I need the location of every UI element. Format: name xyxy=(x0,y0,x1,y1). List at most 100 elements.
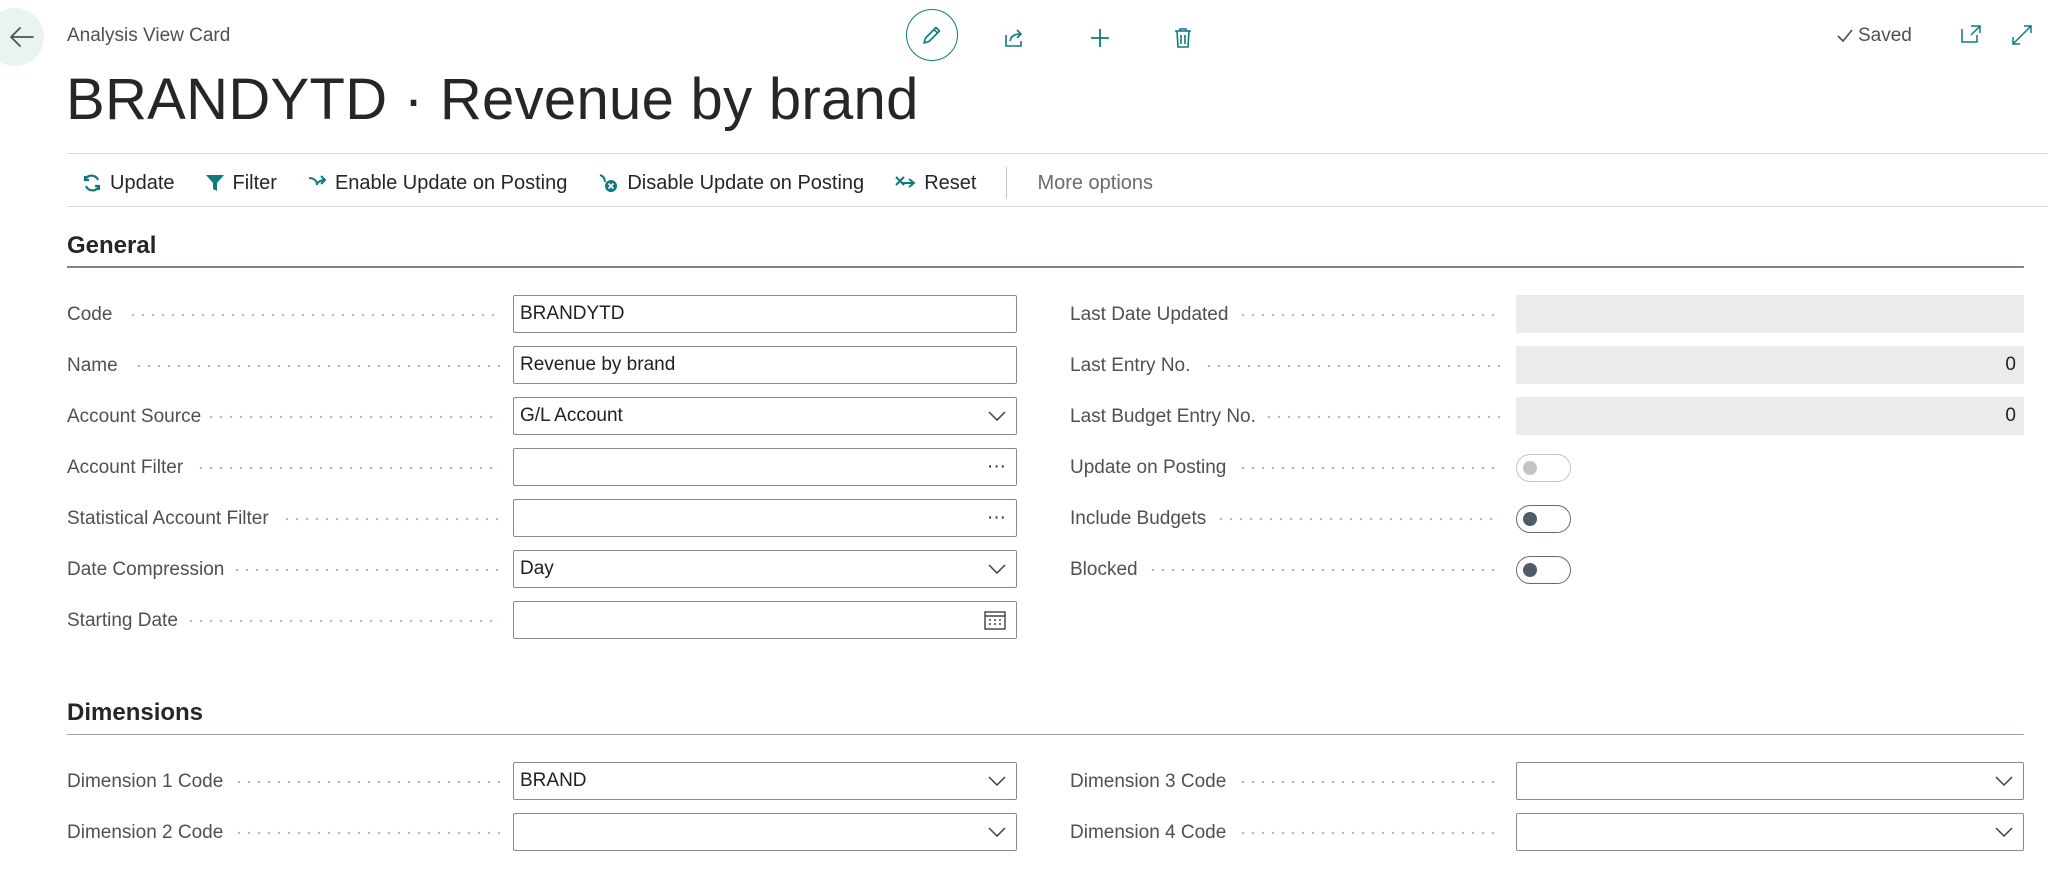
code-field[interactable]: BRANDYTD xyxy=(513,295,1017,333)
dimension-4-label: Dimension 4 Code xyxy=(1070,822,1227,843)
account-source-value: G/L Account xyxy=(520,405,623,426)
refresh-icon xyxy=(83,174,101,192)
code-label: Code xyxy=(67,304,113,325)
leader-dots xyxy=(232,558,500,582)
action-bar: Update Filter Enable Update on Posting D… xyxy=(82,167,1183,199)
leader-dots xyxy=(234,770,500,794)
action-separator xyxy=(1006,167,1008,199)
date-compression-value: Day xyxy=(520,558,554,579)
dimension-3-select[interactable] xyxy=(1516,762,2024,800)
back-button[interactable] xyxy=(0,8,44,66)
starting-date-field[interactable] xyxy=(513,601,1017,639)
header-divider xyxy=(67,153,2048,154)
calendar-icon[interactable] xyxy=(984,610,1006,630)
disable-update-label: Disable Update on Posting xyxy=(627,171,865,194)
name-label: Name xyxy=(67,355,118,376)
new-button[interactable] xyxy=(1074,12,1126,64)
leader-dots xyxy=(282,507,500,531)
starting-date-label: Starting Date xyxy=(67,610,178,631)
leader-dots xyxy=(1238,456,1500,480)
dimension-3-label: Dimension 3 Code xyxy=(1070,771,1227,792)
toggle-knob xyxy=(1523,461,1537,475)
include-budgets-label: Include Budgets xyxy=(1070,508,1207,529)
chevron-down-icon xyxy=(988,564,1006,574)
more-options-label: More options xyxy=(1037,171,1154,194)
chevron-down-icon xyxy=(988,411,1006,421)
saved-label: Saved xyxy=(1858,25,1912,46)
filter-icon xyxy=(205,175,224,191)
expand-icon xyxy=(2012,25,2032,45)
dimension-4-select[interactable] xyxy=(1516,813,2024,851)
page-title: BRANDYTD · Revenue by brand xyxy=(66,67,919,132)
pencil-icon xyxy=(923,26,941,44)
filter-label: Filter xyxy=(232,171,277,194)
toggle-knob xyxy=(1523,512,1537,526)
code-value: BRANDYTD xyxy=(520,303,625,324)
name-field[interactable]: Revenue by brand xyxy=(513,346,1017,384)
dimension-2-label: Dimension 2 Code xyxy=(67,822,224,843)
delete-button[interactable] xyxy=(1157,12,1209,64)
stat-account-filter-field[interactable]: ··· xyxy=(513,499,1017,537)
chevron-down-icon xyxy=(1995,776,2013,786)
dimension-1-label: Dimension 1 Code xyxy=(67,771,224,792)
toggle-knob xyxy=(1523,563,1537,577)
last-entry-no-value: 0 xyxy=(1516,346,2024,384)
date-compression-label: Date Compression xyxy=(67,559,225,580)
dimension-1-select[interactable]: BRAND xyxy=(513,762,1017,800)
chevron-down-icon xyxy=(988,827,1006,837)
update-label: Update xyxy=(110,171,175,194)
trash-icon xyxy=(1175,28,1191,48)
checkmark-icon xyxy=(1837,29,1853,43)
dimension-1-value: BRAND xyxy=(520,770,587,791)
blocked-label: Blocked xyxy=(1070,559,1138,580)
account-source-select[interactable]: G/L Account xyxy=(513,397,1017,435)
account-source-label: Account Source xyxy=(67,406,202,427)
leader-dots xyxy=(134,354,500,378)
enable-update-on-posting-action[interactable]: Enable Update on Posting xyxy=(307,172,567,195)
more-options-action[interactable]: More options xyxy=(1037,172,1153,195)
filter-action[interactable]: Filter xyxy=(205,172,277,195)
leader-dots xyxy=(196,456,500,480)
leader-dots xyxy=(234,821,500,845)
update-on-posting-toggle xyxy=(1516,454,1571,482)
reset-action[interactable]: Reset xyxy=(894,172,976,195)
reset-label: Reset xyxy=(924,171,977,194)
chevron-down-icon xyxy=(1995,827,2013,837)
chevron-down-icon xyxy=(988,776,1006,786)
leader-dots xyxy=(186,609,500,633)
leader-dots xyxy=(1204,354,1500,378)
leader-dots xyxy=(206,405,500,429)
section-general-title[interactable]: General xyxy=(67,232,156,260)
section-dimensions-title[interactable]: Dimensions xyxy=(67,699,203,727)
actionbar-divider xyxy=(67,206,2048,207)
leader-dots xyxy=(128,303,500,327)
ellipsis-icon[interactable]: ··· xyxy=(987,449,1006,485)
last-entry-no-label: Last Entry No. xyxy=(1070,355,1191,376)
disable-update-on-posting-action[interactable]: Disable Update on Posting xyxy=(597,172,864,195)
include-budgets-toggle[interactable] xyxy=(1516,505,1571,533)
section-dimensions-rule xyxy=(67,734,2024,735)
section-general-rule xyxy=(67,266,2024,268)
stat-account-filter-label: Statistical Account Filter xyxy=(67,508,269,529)
update-action[interactable]: Update xyxy=(82,172,175,195)
enable-update-label: Enable Update on Posting xyxy=(334,171,568,194)
expand-button[interactable] xyxy=(2011,24,2033,51)
account-filter-field[interactable]: ··· xyxy=(513,448,1017,486)
leader-dots xyxy=(1216,507,1500,531)
redo-arrow-icon xyxy=(308,175,327,186)
saved-status: Saved xyxy=(1836,25,1912,47)
date-compression-select[interactable]: Day xyxy=(513,550,1017,588)
edit-button[interactable] xyxy=(906,9,958,61)
share-button[interactable] xyxy=(988,12,1040,64)
breadcrumb: Analysis View Card xyxy=(67,25,231,46)
plus-icon xyxy=(1091,29,1109,47)
blocked-toggle[interactable] xyxy=(1516,556,1571,584)
last-budget-entry-no-value: 0 xyxy=(1516,397,2024,435)
open-new-window-button[interactable] xyxy=(1960,24,1982,49)
last-date-updated-value xyxy=(1516,295,2024,333)
leader-dots xyxy=(1238,303,1500,327)
dimension-2-select[interactable] xyxy=(513,813,1017,851)
ellipsis-icon[interactable]: ··· xyxy=(987,500,1006,536)
leader-dots xyxy=(1148,558,1500,582)
reset-icon xyxy=(895,176,916,188)
